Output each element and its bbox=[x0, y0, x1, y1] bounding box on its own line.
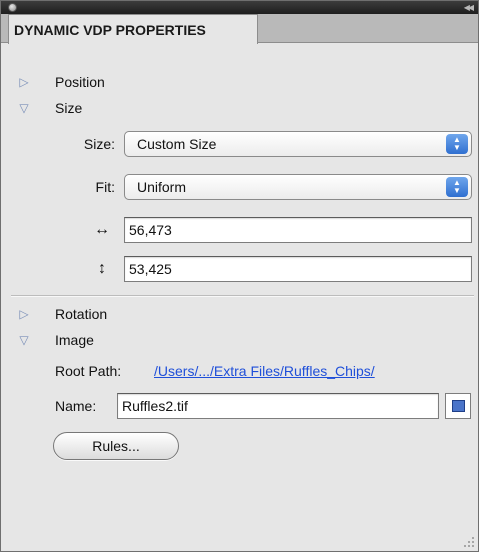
fit-select[interactable]: Uniform ▲ ▼ bbox=[124, 174, 472, 200]
disclosure-triangle-right-icon[interactable] bbox=[17, 75, 31, 89]
section-position-label: Position bbox=[55, 74, 105, 90]
horizontal-arrow-icon: ↔ bbox=[94, 221, 110, 238]
height-field[interactable]: 53,425 bbox=[124, 256, 472, 282]
resize-grip-icon[interactable] bbox=[463, 536, 475, 548]
fit-label: Fit: bbox=[95, 179, 115, 195]
root-path-label: Root Path: bbox=[55, 363, 122, 379]
disclosure-triangle-down-icon[interactable] bbox=[17, 101, 31, 115]
tab-strip: DYNAMIC VDP PROPERTIES bbox=[1, 14, 478, 44]
width-field[interactable]: 56,473 bbox=[124, 217, 472, 243]
rules-button[interactable]: Rules... bbox=[53, 432, 179, 460]
size-label: Size: bbox=[83, 136, 115, 152]
height-field-value: 53,425 bbox=[129, 261, 172, 277]
select-arrows-icon: ▲ ▼ bbox=[446, 134, 468, 154]
name-label: Name: bbox=[55, 398, 97, 414]
root-path-link[interactable]: /Users/.../Extra Files/Ruffles_Chips/ bbox=[154, 361, 375, 381]
tab-dynamic-vdp-properties[interactable]: DYNAMIC VDP PROPERTIES bbox=[8, 14, 258, 44]
disclosure-triangle-down-icon[interactable] bbox=[17, 333, 31, 347]
section-rotation-label: Rotation bbox=[55, 306, 108, 322]
disclosure-triangle-right-icon[interactable] bbox=[17, 307, 31, 321]
close-icon[interactable] bbox=[8, 3, 17, 12]
fit-select-value: Uniform bbox=[137, 179, 187, 195]
panel-titlebar: ◀◀ bbox=[1, 1, 478, 14]
collapse-panel-icon[interactable]: ◀◀ bbox=[464, 1, 474, 14]
color-swatch-icon bbox=[452, 400, 465, 412]
name-field-value: Ruffles2.tif bbox=[122, 398, 188, 414]
color-swatch-button[interactable] bbox=[445, 393, 471, 419]
name-field[interactable]: Ruffles2.tif bbox=[117, 393, 439, 419]
section-size-label: Size bbox=[55, 100, 83, 116]
vdp-properties-panel: ◀◀ DYNAMIC VDP PROPERTIES Position Size … bbox=[0, 0, 479, 552]
size-select[interactable]: Custom Size ▲ ▼ bbox=[124, 131, 472, 157]
size-select-value: Custom Size bbox=[137, 136, 217, 152]
section-divider bbox=[11, 295, 474, 297]
vertical-arrow-icon: ↕ bbox=[98, 260, 106, 277]
width-field-value: 56,473 bbox=[129, 222, 172, 238]
select-arrows-icon: ▲ ▼ bbox=[446, 177, 468, 197]
section-image-label: Image bbox=[55, 332, 94, 348]
